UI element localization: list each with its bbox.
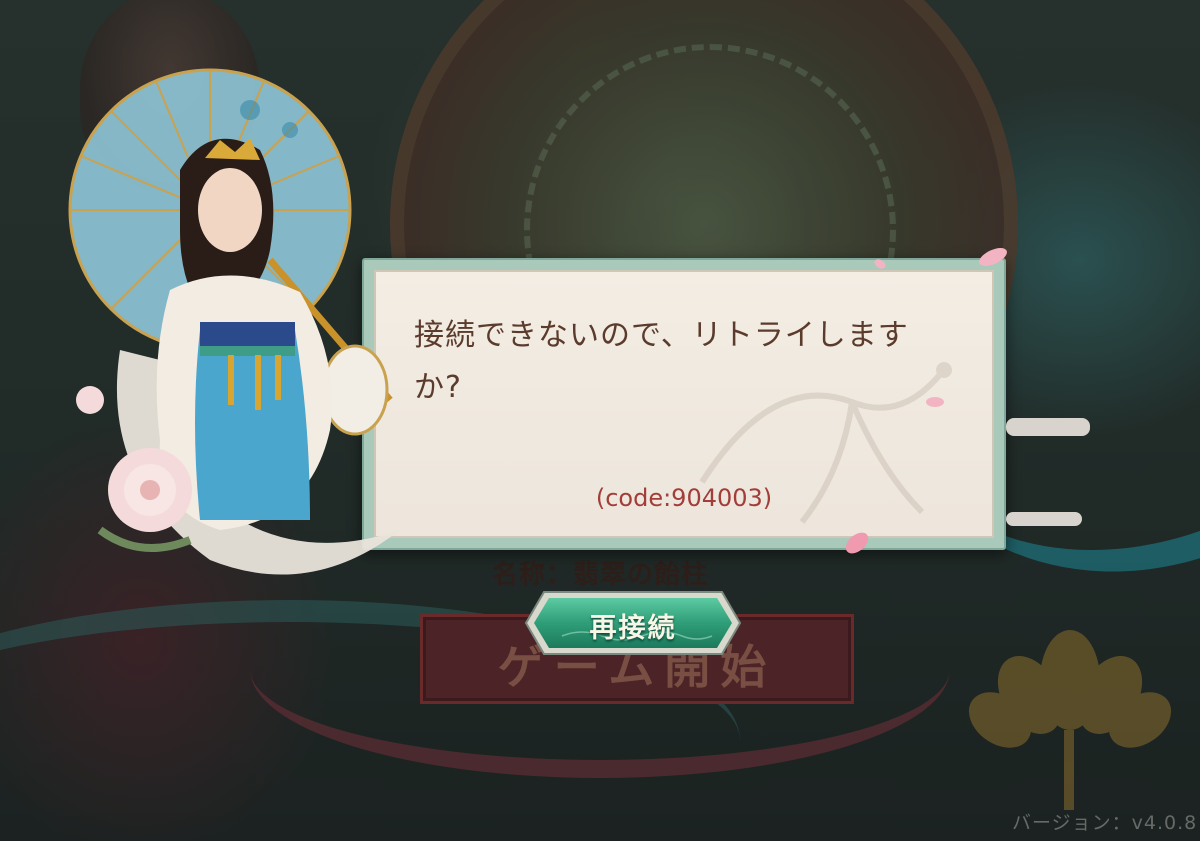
version-prefix: バージョン： xyxy=(1012,812,1132,834)
reconnect-button[interactable]: 再接続 xyxy=(522,588,744,658)
character-illustration xyxy=(68,68,400,575)
golden-lotus-decoration xyxy=(968,630,1172,810)
petal-decoration xyxy=(845,532,869,554)
version-value: v4.0.8 xyxy=(1131,812,1198,834)
petal-decoration xyxy=(874,259,886,269)
dialog-paper: 接続できないので、リトライします か? (code:904003) xyxy=(374,270,994,538)
version-label: バージョン：v4.0.8 xyxy=(1012,808,1200,835)
reconnect-label: 再接続 xyxy=(589,613,677,644)
cloud-decoration xyxy=(1006,512,1082,526)
error-code: (code:904003) xyxy=(595,484,773,512)
petal-decoration xyxy=(926,397,944,407)
dialog-message-line: 接続できないので、リトライします xyxy=(414,318,909,353)
server-name-value: 翡翠の飴柱 xyxy=(573,560,709,590)
petal-decoration xyxy=(979,248,1007,266)
connection-error-dialog: 接続できないので、リトライします か? (code:904003) xyxy=(362,258,1006,550)
server-name-prefix: 名称： xyxy=(491,560,573,590)
dialog-message-line: か? xyxy=(414,370,462,405)
dialog-message: 接続できないので、リトライします か? xyxy=(414,310,992,414)
cloud-decoration xyxy=(1006,418,1090,436)
